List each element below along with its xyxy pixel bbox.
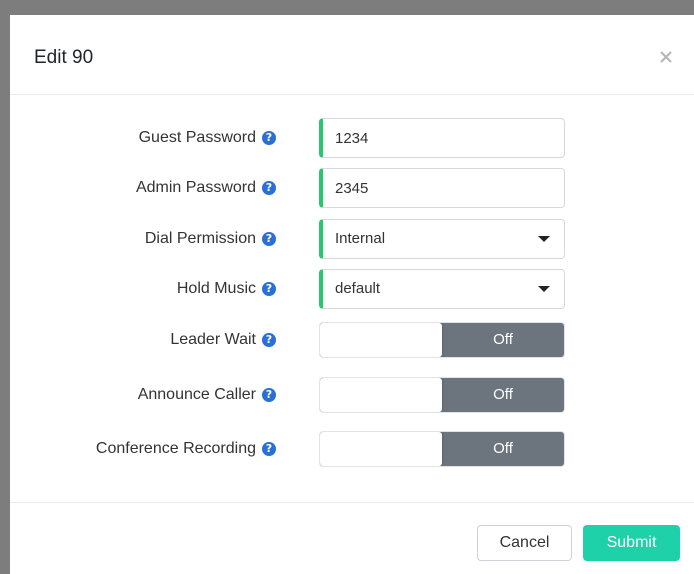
guest-password-label-text: Guest Password <box>138 129 256 146</box>
dial-permission-label: Dial Permission ? <box>145 219 276 259</box>
modal-title: Edit 90 <box>34 47 94 68</box>
hold-music-label-text: Hold Music <box>176 280 256 297</box>
admin-password-label-text: Admin Password <box>135 179 256 196</box>
help-icon[interactable]: ? <box>262 333 276 347</box>
form-row-conference-recording: Conference Recording ? Off <box>10 431 694 471</box>
help-icon[interactable]: ? <box>262 232 276 246</box>
hold-music-label: Hold Music ? <box>177 269 276 309</box>
guest-password-label: Guest Password ? <box>139 118 276 158</box>
help-icon[interactable]: ? <box>262 131 276 145</box>
hold-music-value: default <box>335 280 381 297</box>
close-icon[interactable] <box>656 47 676 67</box>
dial-permission-value: Internal <box>335 230 386 247</box>
form-row-announce-caller: Announce Caller ? Off <box>10 377 694 417</box>
conference-recording-label: Conference Recording ? <box>96 431 276 467</box>
toggle-state-label: Off <box>493 440 513 457</box>
help-icon[interactable]: ? <box>262 282 276 296</box>
toggle-state-label: Off <box>493 386 513 403</box>
hold-music-select[interactable]: default <box>319 269 565 309</box>
toggle-state-label: Off <box>493 331 513 348</box>
help-icon[interactable]: ? <box>262 442 276 456</box>
form-row-admin-password: Admin Password ? <box>10 168 694 208</box>
form-row-dial-permission: Dial Permission ? Internal <box>10 219 694 259</box>
announce-caller-toggle[interactable]: Off <box>319 377 565 413</box>
toggle-handle <box>320 378 442 412</box>
edit-modal: Edit 90 Guest Password ? Admin Password … <box>10 15 694 574</box>
submit-button[interactable]: Submit <box>583 525 680 561</box>
dial-permission-label-text: Dial Permission <box>144 230 256 247</box>
announce-caller-label: Announce Caller ? <box>138 377 276 413</box>
form-row-guest-password: Guest Password ? <box>10 118 694 158</box>
dial-permission-select[interactable]: Internal <box>319 219 565 259</box>
leader-wait-toggle[interactable]: Off <box>319 322 565 358</box>
help-icon[interactable]: ? <box>262 388 276 402</box>
toggle-handle <box>320 432 442 466</box>
conference-recording-label-text: Conference Recording <box>95 440 256 457</box>
conference-recording-toggle[interactable]: Off <box>319 431 565 467</box>
caret-down-icon <box>538 236 550 242</box>
toggle-handle <box>320 323 442 357</box>
admin-password-input[interactable] <box>319 168 565 208</box>
modal-header: Edit 90 <box>10 15 694 95</box>
modal-footer: Cancel Submit <box>10 502 694 574</box>
form-row-leader-wait: Leader Wait ? Off <box>10 322 694 362</box>
leader-wait-label-text: Leader Wait <box>170 331 256 348</box>
admin-password-label: Admin Password ? <box>136 168 276 208</box>
caret-down-icon <box>538 286 550 292</box>
leader-wait-label: Leader Wait ? <box>170 322 276 358</box>
guest-password-input[interactable] <box>319 118 565 158</box>
help-icon[interactable]: ? <box>262 181 276 195</box>
cancel-button[interactable]: Cancel <box>477 525 572 561</box>
announce-caller-label-text: Announce Caller <box>137 386 256 403</box>
form-row-hold-music: Hold Music ? default <box>10 269 694 309</box>
